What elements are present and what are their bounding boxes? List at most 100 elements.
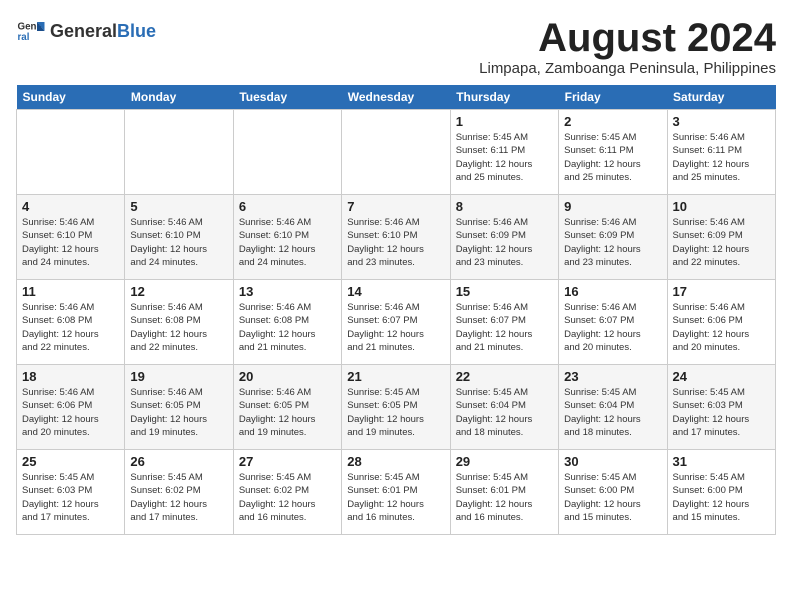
day-info: Sunrise: 5:46 AM Sunset: 6:07 PM Dayligh…	[456, 301, 553, 354]
calendar-week-5: 25 Sunrise: 5:45 AM Sunset: 6:03 PM Dayli…	[17, 450, 776, 535]
day-info: Sunrise: 5:45 AM Sunset: 6:03 PM Dayligh…	[22, 471, 119, 524]
day-info: Sunrise: 5:46 AM Sunset: 6:05 PM Dayligh…	[130, 386, 227, 439]
day-number: 16	[564, 284, 661, 299]
calendar-cell: 9 Sunrise: 5:46 AM Sunset: 6:09 PM Daylig…	[559, 195, 667, 280]
calendar-cell: 11 Sunrise: 5:46 AM Sunset: 6:08 PM Dayli…	[17, 280, 125, 365]
calendar-cell: 3 Sunrise: 5:46 AM Sunset: 6:11 PM Daylig…	[667, 110, 775, 195]
logo-text-general: General	[50, 21, 117, 42]
calendar-cell: 20 Sunrise: 5:46 AM Sunset: 6:05 PM Dayli…	[233, 365, 341, 450]
day-info: Sunrise: 5:45 AM Sunset: 6:11 PM Dayligh…	[564, 131, 661, 184]
day-number: 22	[456, 369, 553, 384]
day-info: Sunrise: 5:46 AM Sunset: 6:07 PM Dayligh…	[564, 301, 661, 354]
calendar-cell	[17, 110, 125, 195]
day-number: 31	[673, 454, 770, 469]
day-number: 9	[564, 199, 661, 214]
calendar-week-1: 1Sunrise: 5:45 AM Sunset: 6:11 PM Daylig…	[17, 110, 776, 195]
day-info: Sunrise: 5:45 AM Sunset: 6:00 PM Dayligh…	[673, 471, 770, 524]
calendar-cell: 24Sunrise: 5:45 AM Sunset: 6:03 PM Dayli…	[667, 365, 775, 450]
day-number: 23	[564, 369, 661, 384]
day-number: 14	[347, 284, 444, 299]
calendar-cell	[342, 110, 450, 195]
calendar-header-row: SundayMondayTuesdayWednesdayThursdayFrid…	[17, 85, 776, 110]
calendar-cell: 16 Sunrise: 5:46 AM Sunset: 6:07 PM Dayli…	[559, 280, 667, 365]
calendar-cell: 5 Sunrise: 5:46 AM Sunset: 6:10 PM Daylig…	[125, 195, 233, 280]
calendar-cell: 18 Sunrise: 5:46 AM Sunset: 6:06 PM Dayli…	[17, 365, 125, 450]
header-saturday: Saturday	[667, 85, 775, 110]
calendar-cell: 14 Sunrise: 5:46 AM Sunset: 6:07 PM Dayli…	[342, 280, 450, 365]
calendar-cell: 2 Sunrise: 5:45 AM Sunset: 6:11 PM Daylig…	[559, 110, 667, 195]
day-info: Sunrise: 5:46 AM Sunset: 6:09 PM Dayligh…	[456, 216, 553, 269]
day-info: Sunrise: 5:45 AM Sunset: 6:11 PM Dayligh…	[456, 131, 553, 184]
calendar-week-2: 4 Sunrise: 5:46 AM Sunset: 6:10 PM Daylig…	[17, 195, 776, 280]
day-number: 11	[22, 284, 119, 299]
day-info: Sunrise: 5:45 AM Sunset: 6:02 PM Dayligh…	[130, 471, 227, 524]
day-info: Sunrise: 5:46 AM Sunset: 6:08 PM Dayligh…	[130, 301, 227, 354]
calendar-cell: 7 Sunrise: 5:46 AM Sunset: 6:10 PM Daylig…	[342, 195, 450, 280]
calendar-title: August 2024	[479, 16, 776, 60]
calendar-subtitle: Limpapa, Zamboanga Peninsula, Philippine…	[479, 60, 776, 77]
day-number: 15	[456, 284, 553, 299]
header-friday: Friday	[559, 85, 667, 110]
calendar-cell: 26Sunrise: 5:45 AM Sunset: 6:02 PM Dayli…	[125, 450, 233, 535]
day-number: 24	[673, 369, 770, 384]
calendar-cell: 23 Sunrise: 5:45 AM Sunset: 6:04 PM Dayli…	[559, 365, 667, 450]
calendar-cell	[125, 110, 233, 195]
calendar-cell: 10 Sunrise: 5:46 AM Sunset: 6:09 PM Dayli…	[667, 195, 775, 280]
calendar-cell: 25 Sunrise: 5:45 AM Sunset: 6:03 PM Dayli…	[17, 450, 125, 535]
header-sunday: Sunday	[17, 85, 125, 110]
day-info: Sunrise: 5:46 AM Sunset: 6:07 PM Dayligh…	[347, 301, 444, 354]
day-info: Sunrise: 5:46 AM Sunset: 6:08 PM Dayligh…	[22, 301, 119, 354]
day-number: 2	[564, 114, 661, 129]
day-info: Sunrise: 5:45 AM Sunset: 6:04 PM Dayligh…	[456, 386, 553, 439]
day-info: Sunrise: 5:46 AM Sunset: 6:06 PM Dayligh…	[673, 301, 770, 354]
day-number: 29	[456, 454, 553, 469]
calendar-cell: 15 Sunrise: 5:46 AM Sunset: 6:07 PM Dayli…	[450, 280, 558, 365]
header-monday: Monday	[125, 85, 233, 110]
day-number: 6	[239, 199, 336, 214]
day-number: 3	[673, 114, 770, 129]
logo: Gene ral GeneralBlue	[16, 16, 156, 46]
day-info: Sunrise: 5:45 AM Sunset: 6:04 PM Dayligh…	[564, 386, 661, 439]
day-number: 4	[22, 199, 119, 214]
calendar-cell: 22 Sunrise: 5:45 AM Sunset: 6:04 PM Dayli…	[450, 365, 558, 450]
day-info: Sunrise: 5:46 AM Sunset: 6:11 PM Dayligh…	[673, 131, 770, 184]
day-number: 7	[347, 199, 444, 214]
day-info: Sunrise: 5:46 AM Sunset: 6:10 PM Dayligh…	[347, 216, 444, 269]
day-number: 19	[130, 369, 227, 384]
logo-text-blue: Blue	[117, 21, 156, 42]
calendar-cell: 30Sunrise: 5:45 AM Sunset: 6:00 PM Dayli…	[559, 450, 667, 535]
header-tuesday: Tuesday	[233, 85, 341, 110]
day-info: Sunrise: 5:45 AM Sunset: 6:02 PM Dayligh…	[239, 471, 336, 524]
calendar-cell: 19 Sunrise: 5:46 AM Sunset: 6:05 PM Dayli…	[125, 365, 233, 450]
calendar-cell: 21Sunrise: 5:45 AM Sunset: 6:05 PM Dayli…	[342, 365, 450, 450]
header-wednesday: Wednesday	[342, 85, 450, 110]
calendar-cell: 27Sunrise: 5:45 AM Sunset: 6:02 PM Dayli…	[233, 450, 341, 535]
calendar-table: SundayMondayTuesdayWednesdayThursdayFrid…	[16, 85, 776, 535]
calendar-cell: 8 Sunrise: 5:46 AM Sunset: 6:09 PM Daylig…	[450, 195, 558, 280]
calendar-week-3: 11 Sunrise: 5:46 AM Sunset: 6:08 PM Dayli…	[17, 280, 776, 365]
day-info: Sunrise: 5:46 AM Sunset: 6:10 PM Dayligh…	[130, 216, 227, 269]
calendar-week-4: 18 Sunrise: 5:46 AM Sunset: 6:06 PM Dayli…	[17, 365, 776, 450]
day-info: Sunrise: 5:45 AM Sunset: 6:01 PM Dayligh…	[347, 471, 444, 524]
day-info: Sunrise: 5:46 AM Sunset: 6:09 PM Dayligh…	[673, 216, 770, 269]
svg-text:ral: ral	[18, 32, 30, 43]
logo-icon: Gene ral	[16, 16, 46, 46]
day-info: Sunrise: 5:46 AM Sunset: 6:05 PM Dayligh…	[239, 386, 336, 439]
calendar-cell: 12Sunrise: 5:46 AM Sunset: 6:08 PM Dayli…	[125, 280, 233, 365]
day-number: 25	[22, 454, 119, 469]
day-number: 5	[130, 199, 227, 214]
day-number: 20	[239, 369, 336, 384]
day-number: 10	[673, 199, 770, 214]
title-area: August 2024 Limpapa, Zamboanga Peninsula…	[479, 16, 776, 77]
day-info: Sunrise: 5:46 AM Sunset: 6:09 PM Dayligh…	[564, 216, 661, 269]
calendar-cell: 6Sunrise: 5:46 AM Sunset: 6:10 PM Daylig…	[233, 195, 341, 280]
day-info: Sunrise: 5:46 AM Sunset: 6:10 PM Dayligh…	[22, 216, 119, 269]
calendar-cell: 31 Sunrise: 5:45 AM Sunset: 6:00 PM Dayli…	[667, 450, 775, 535]
day-info: Sunrise: 5:46 AM Sunset: 6:06 PM Dayligh…	[22, 386, 119, 439]
day-number: 28	[347, 454, 444, 469]
calendar-cell	[233, 110, 341, 195]
day-number: 30	[564, 454, 661, 469]
day-number: 8	[456, 199, 553, 214]
day-number: 18	[22, 369, 119, 384]
calendar-cell: 28 Sunrise: 5:45 AM Sunset: 6:01 PM Dayli…	[342, 450, 450, 535]
